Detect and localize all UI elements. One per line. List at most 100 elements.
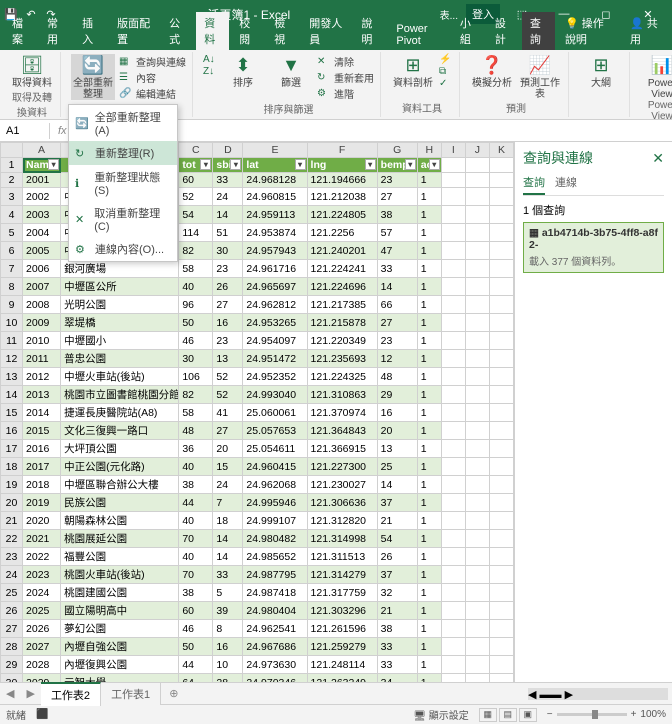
row-header[interactable]: 12 [1,350,23,368]
cell[interactable]: 33 [213,566,243,584]
cell[interactable]: 1 [417,584,441,602]
clear-filter-button[interactable]: ✕清除 [317,54,374,69]
cell[interactable]: 1 [417,314,441,332]
row-header[interactable]: 10 [1,314,23,332]
cell[interactable]: 58 [179,260,213,278]
filter-icon[interactable]: ▾ [295,159,306,170]
cell[interactable]: 1 [417,440,441,458]
cell[interactable]: 40 [179,512,213,530]
cell[interactable]: 33 [377,656,417,674]
view-pagelayout-icon[interactable]: ▤ [499,708,517,722]
cell[interactable]: 2011 [23,350,61,368]
cell[interactable]: 翠堤橋 [61,314,179,332]
cell[interactable]: 2003 [23,206,61,224]
cell[interactable]: 1 [417,404,441,422]
menu-cancel-refresh[interactable]: ✕取消重新整理(C) [69,201,177,237]
zoom-slider[interactable] [557,713,627,716]
cell[interactable]: 54 [377,530,417,548]
cell[interactable]: 52 [179,188,213,206]
cell[interactable]: 2015 [23,422,61,440]
cell[interactable]: 60 [179,602,213,620]
cell[interactable]: 1 [417,350,441,368]
cell[interactable]: 12 [377,350,417,368]
cell[interactable]: 27 [377,314,417,332]
macro-record-icon[interactable]: ⬛ [36,709,48,720]
cell[interactable]: 70 [179,566,213,584]
cell[interactable]: 2029 [23,674,61,683]
cell[interactable]: 27 [213,296,243,314]
outline-button[interactable]: ⊞大綱 [579,54,623,89]
row-header[interactable]: 20 [1,494,23,512]
cell[interactable]: 1 [417,476,441,494]
col-header[interactable]: C [179,143,213,158]
cell[interactable]: 32 [377,584,417,602]
menu-connection-props[interactable]: ⚙連線內容(O)... [69,237,177,261]
cell[interactable]: 46 [179,332,213,350]
cell[interactable]: 2018 [23,476,61,494]
cell[interactable]: 121.217385 [307,296,377,314]
cell[interactable]: 48 [179,422,213,440]
cell[interactable]: 2028 [23,656,61,674]
cell[interactable]: 光明公園 [61,296,179,314]
cell[interactable]: 普忠公園 [61,350,179,368]
cell[interactable]: 桃園市立圖書館桃園分館 [61,386,179,404]
cell[interactable]: 2012 [23,368,61,386]
cell[interactable]: 114 [179,224,213,242]
cell[interactable]: 38 [377,206,417,224]
tell-me[interactable]: 💡 操作說明 [557,12,620,50]
cell[interactable]: 25.057653 [243,422,307,440]
cell[interactable]: 1 [417,512,441,530]
tab-design[interactable]: 設計 [487,12,520,50]
row-header[interactable]: 23 [1,548,23,566]
cell[interactable]: 1 [417,548,441,566]
col-header[interactable] [1,143,23,158]
cell[interactable]: 48 [377,368,417,386]
tab-data[interactable]: 資料 [196,12,229,50]
cell[interactable]: 24.960415 [243,458,307,476]
sort-button[interactable]: ⬍排序 [221,54,265,89]
edit-links-button[interactable]: 🔗編輯連結 [119,86,186,101]
filter-icon[interactable]: ▾ [230,159,241,170]
cell[interactable]: 2007 [23,278,61,296]
cell[interactable]: 2002 [23,188,61,206]
refresh-all-button[interactable]: 🔄全部重新整理 [71,54,115,100]
row-header[interactable]: 30 [1,674,23,683]
cell[interactable]: 14 [213,530,243,548]
cell[interactable]: 14 [213,548,243,566]
cell[interactable]: 121.311513 [307,548,377,566]
cell[interactable]: 21 [377,602,417,620]
col-header[interactable]: E [243,143,307,158]
cell[interactable]: 1 [417,242,441,260]
row-header[interactable]: 3 [1,188,23,206]
col-header[interactable]: H [417,143,441,158]
cell[interactable]: 大坪頂公園 [61,440,179,458]
cell[interactable]: 2013 [23,386,61,404]
sheet-nav-next-icon[interactable]: ▶ [20,687,40,700]
cell[interactable]: 51 [213,224,243,242]
cell[interactable]: 1 [417,386,441,404]
row-header[interactable]: 26 [1,602,23,620]
cell[interactable]: 121.230027 [307,476,377,494]
cell[interactable]: 13 [213,350,243,368]
cell[interactable]: 1 [417,368,441,386]
cell[interactable]: 內壢自強公園 [61,638,179,656]
table-header[interactable]: Name▾ [23,158,61,173]
cell[interactable]: 16 [213,314,243,332]
cell[interactable]: 41 [213,404,243,422]
cell[interactable]: 121.227300 [307,458,377,476]
cell[interactable]: 121.224241 [307,260,377,278]
table-header[interactable]: tot▾ [179,158,213,173]
cell[interactable]: 24.962541 [243,620,307,638]
cell[interactable]: 24.980482 [243,530,307,548]
cell[interactable]: 24.999107 [243,512,307,530]
cell[interactable]: 54 [179,206,213,224]
row-header[interactable]: 22 [1,530,23,548]
cell[interactable]: 1 [417,566,441,584]
tab-developer[interactable]: 開發人員 [301,12,351,50]
tab-view[interactable]: 檢視 [266,12,299,50]
cell[interactable]: 121.235693 [307,350,377,368]
cell[interactable]: 桃園展延公園 [61,530,179,548]
cell[interactable]: 16 [213,638,243,656]
cell[interactable]: 25 [377,458,417,476]
cell[interactable]: 121.370974 [307,404,377,422]
